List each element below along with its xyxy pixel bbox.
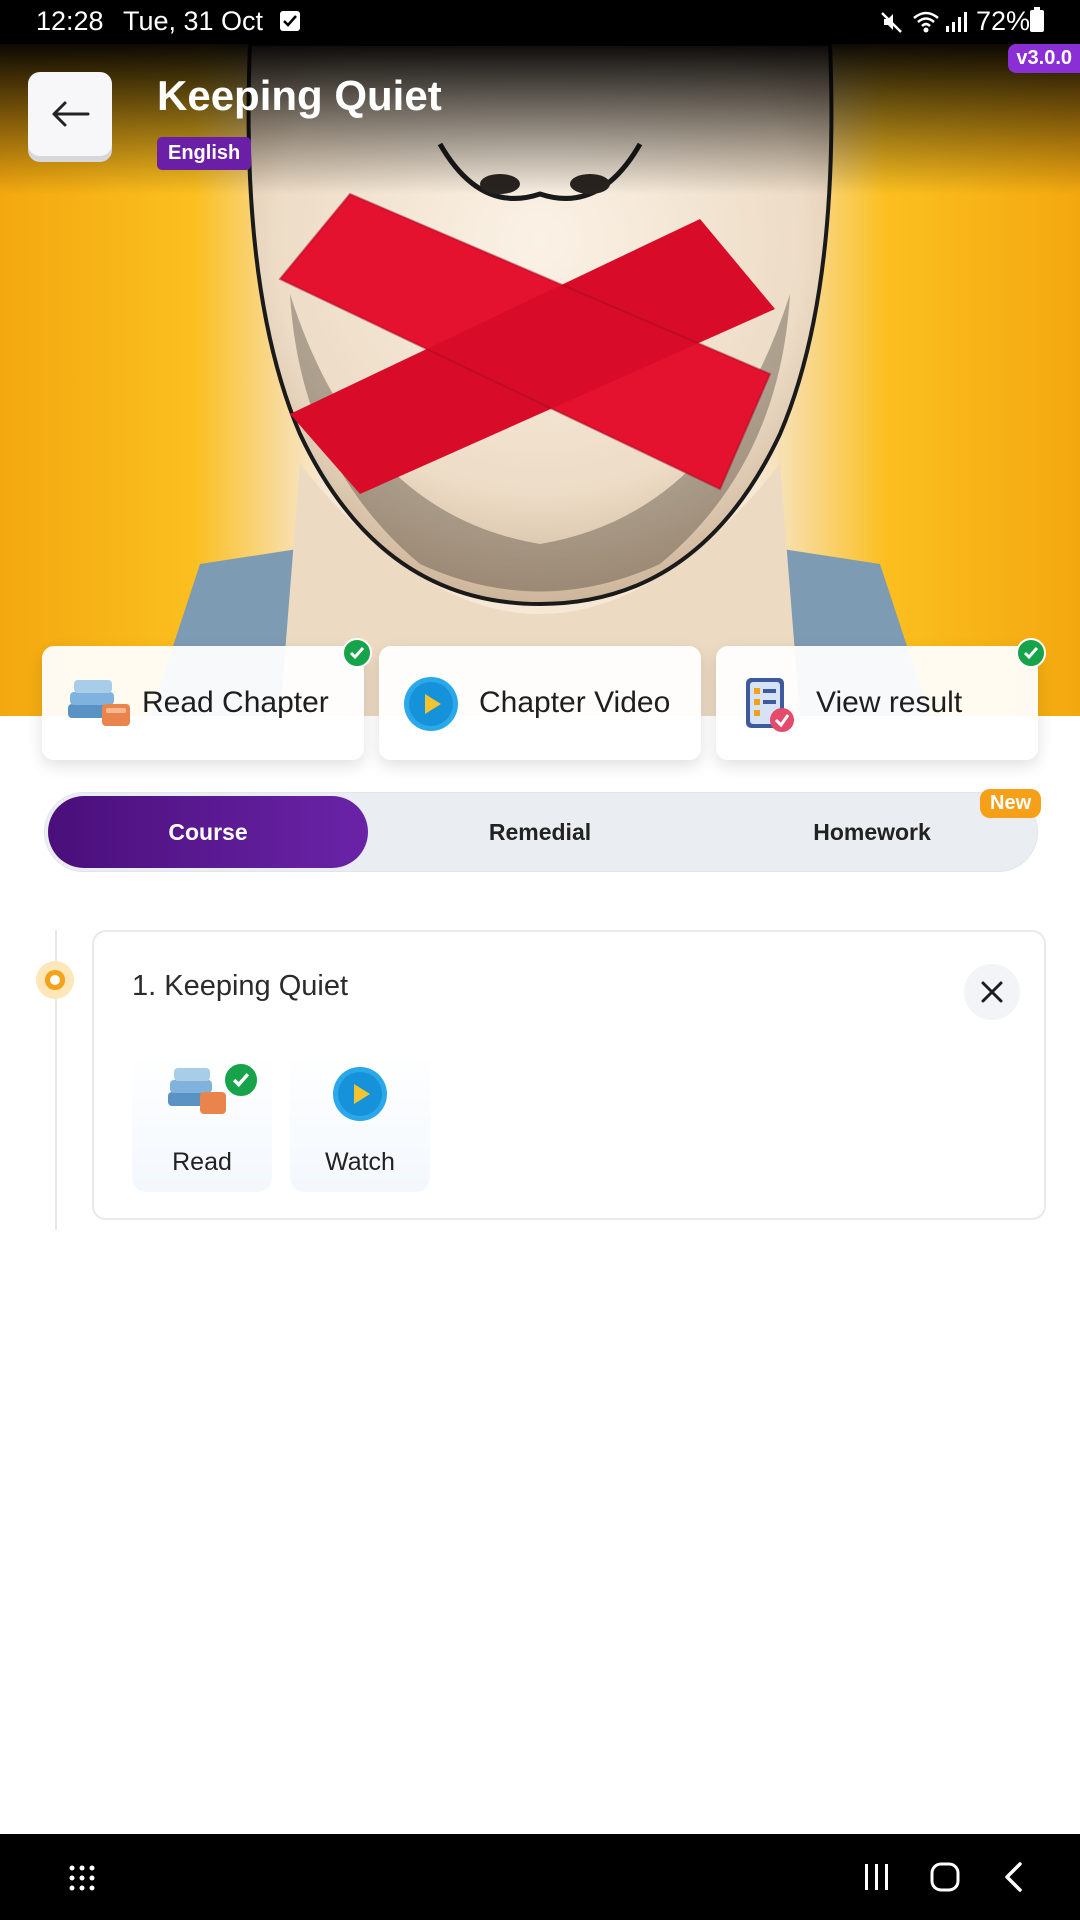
tab-remedial[interactable]: Remedial <box>380 796 700 868</box>
lesson-card: 1. Keeping Quiet Read Watch <box>92 930 1046 1220</box>
chapter-video-button[interactable]: Chapter Video <box>379 646 701 760</box>
language-badge: English <box>157 137 252 170</box>
status-bar: 12:28 Tue, 31 Oct 72% <box>0 0 1080 44</box>
close-button[interactable] <box>964 964 1020 1020</box>
close-icon <box>981 981 1003 1003</box>
status-time: 12:28 <box>36 6 104 36</box>
mute-icon <box>881 12 902 33</box>
read-chapter-label: Read Chapter <box>142 686 329 719</box>
version-badge: v3.0.0 <box>1008 44 1080 73</box>
read-chapter-button[interactable]: Read Chapter <box>42 646 364 760</box>
page-title: Keeping Quiet <box>157 72 442 119</box>
back-arrow-icon <box>52 101 90 127</box>
home-icon[interactable] <box>929 1861 961 1893</box>
tab-course[interactable]: Course <box>48 796 368 868</box>
read-chapter-check-icon <box>342 638 372 668</box>
lesson-read-label: Read <box>172 1148 232 1176</box>
recent-apps-icon[interactable] <box>862 1862 892 1892</box>
battery-percent: 72% <box>976 6 1031 36</box>
result-icon <box>746 678 794 732</box>
view-result-check-icon <box>1016 638 1046 668</box>
play-icon <box>333 1067 387 1121</box>
books-icon <box>168 1068 226 1114</box>
lesson-watch-label: Watch <box>325 1148 395 1176</box>
view-result-label: View result <box>816 686 963 719</box>
lesson-watch-button[interactable]: Watch <box>290 1052 430 1192</box>
system-nav-bar <box>0 1834 1080 1920</box>
timeline-marker-icon <box>36 961 74 999</box>
books-icon <box>68 680 130 726</box>
play-icon <box>404 677 458 731</box>
back-nav-icon[interactable] <box>1002 1861 1024 1893</box>
new-badge: New <box>980 789 1042 818</box>
lesson-read-check-icon <box>223 1062 259 1098</box>
back-button[interactable] <box>28 72 112 156</box>
lesson-title: 1. Keeping Quiet <box>132 970 349 1002</box>
apps-grid-icon[interactable] <box>68 1864 96 1892</box>
chapter-video-label: Chapter Video <box>479 686 671 719</box>
status-date: Tue, 31 Oct <box>123 6 264 36</box>
signal-icon <box>946 12 967 32</box>
notification-check-icon <box>280 11 300 31</box>
wifi-icon <box>913 11 939 33</box>
tab-bar: Course Remedial Homework <box>44 792 1038 872</box>
battery-icon <box>1030 7 1044 32</box>
view-result-button[interactable]: View result <box>716 646 1038 760</box>
